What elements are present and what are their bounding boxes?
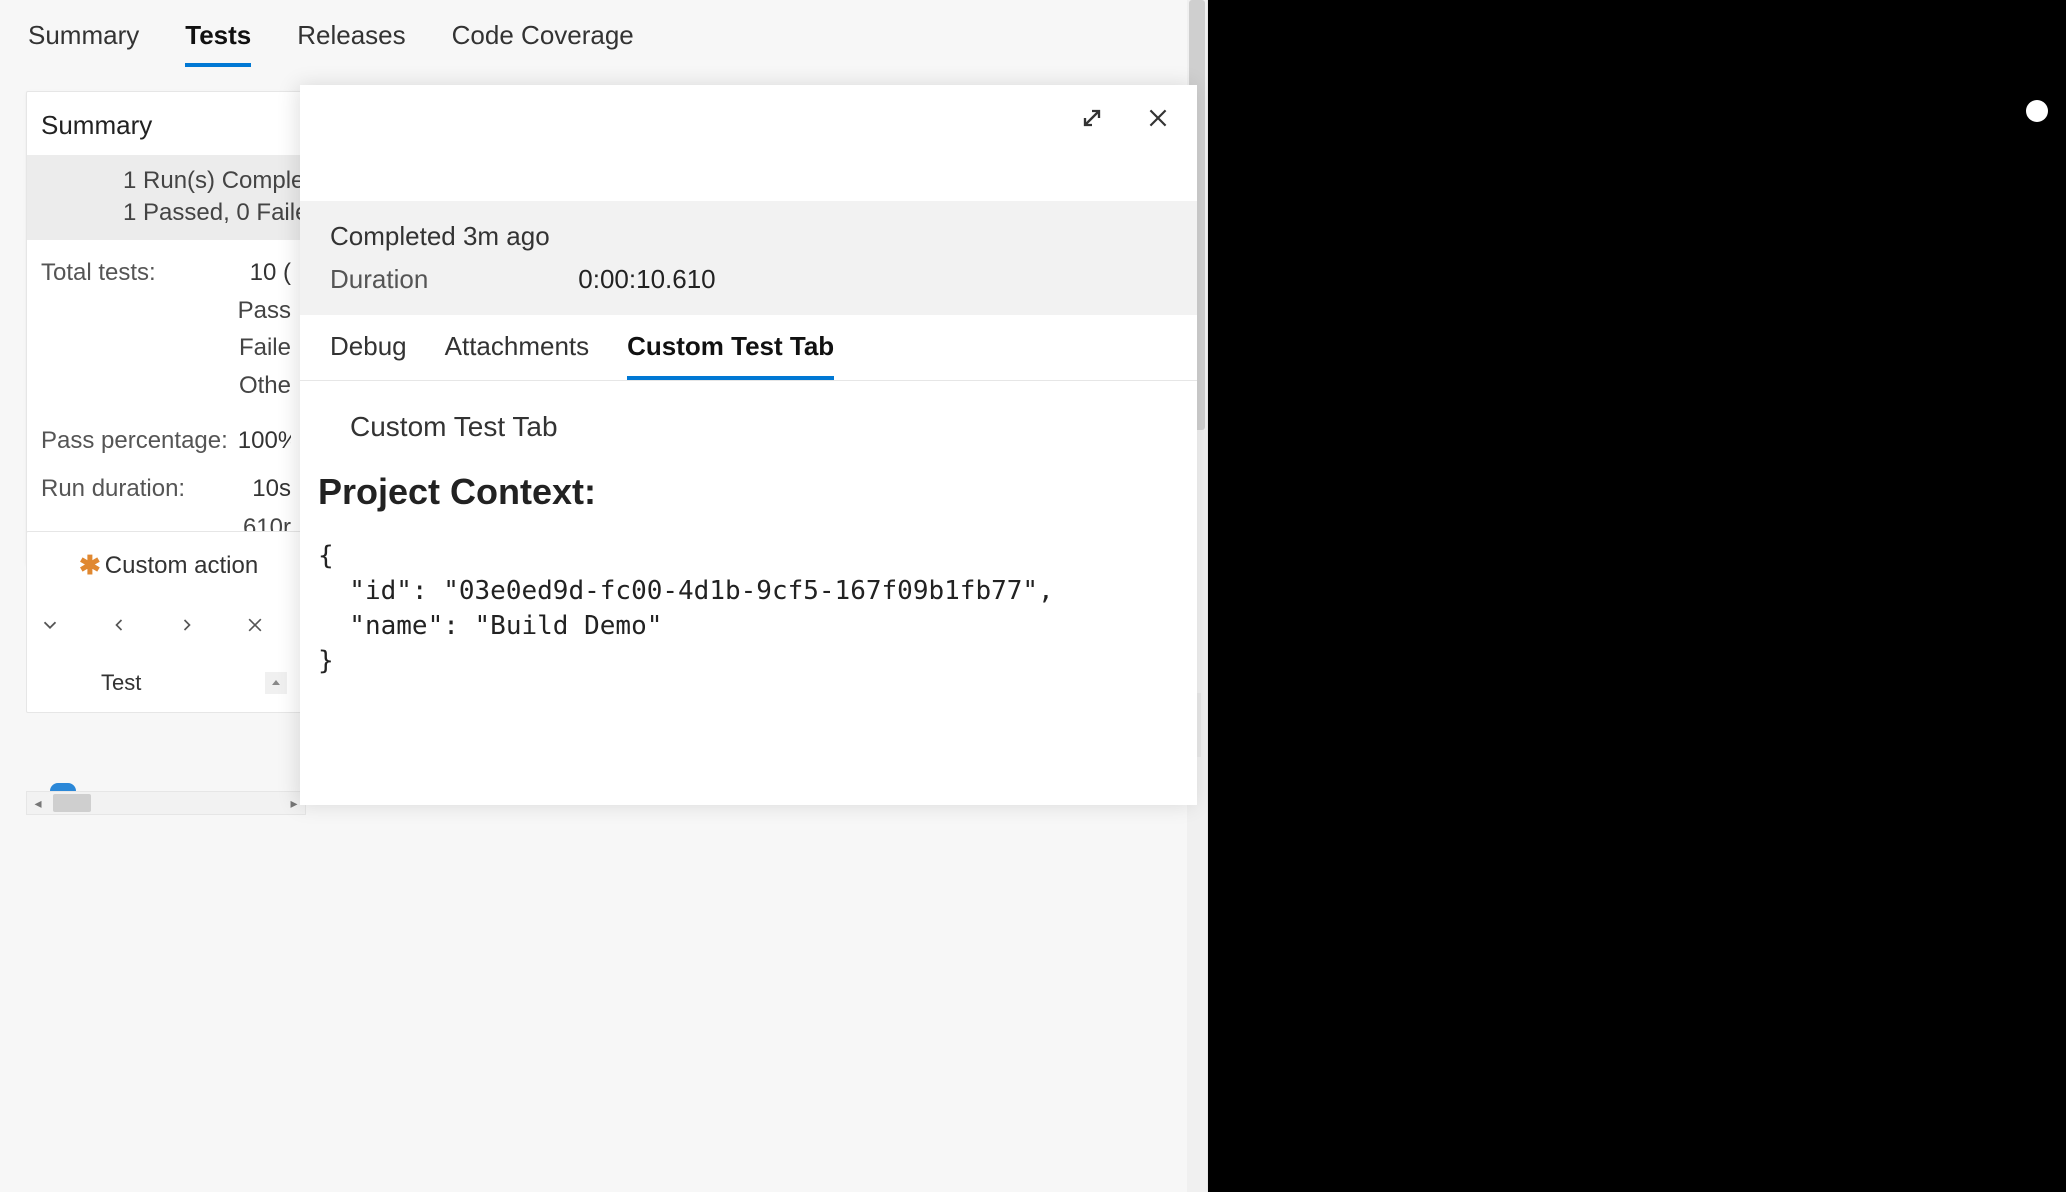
- pass-label: Pass: [41, 292, 291, 329]
- test-column-header[interactable]: Test: [45, 670, 141, 696]
- duration-label: Duration: [330, 264, 428, 295]
- project-context-heading: Project Context:: [318, 471, 1179, 513]
- duration-value: 0:00:10.610: [578, 264, 715, 295]
- run-duration-label: Run duration:: [41, 470, 185, 508]
- custom-action-label[interactable]: Custom action: [105, 552, 258, 580]
- next-icon[interactable]: [177, 611, 197, 644]
- white-dot-icon: [2026, 100, 2048, 122]
- blackout-region: [1208, 0, 2066, 1192]
- pass-pct-value: 100%: [228, 422, 291, 460]
- hscroll-thumb[interactable]: [53, 794, 91, 812]
- other-label: Othe: [41, 367, 291, 404]
- total-tests-label: Total tests:: [41, 254, 156, 292]
- total-tests-value: 10 (: [240, 254, 291, 292]
- clear-icon[interactable]: [245, 615, 265, 640]
- pass-pct-label: Pass percentage:: [41, 422, 228, 460]
- asterisk-icon: ✱: [79, 550, 101, 581]
- summary-banner: 1 Run(s) Complet 1 Passed, 0 Failed: [27, 155, 305, 240]
- summary-banner-line1: 1 Run(s) Complet: [123, 165, 305, 197]
- hscroll-left-icon[interactable]: ◂: [27, 792, 49, 814]
- top-tab-bar: Summary Tests Releases Code Coverage: [0, 0, 1207, 91]
- summary-banner-line2: 1 Passed, 0 Failed: [123, 197, 305, 229]
- prev-icon[interactable]: [109, 611, 129, 644]
- test-detail-panel: Completed 3m ago Duration 0:00:10.610 De…: [300, 85, 1197, 805]
- detail-tab-attachments[interactable]: Attachments: [445, 331, 590, 380]
- fail-label: Faile: [41, 329, 291, 366]
- detail-tab-custom[interactable]: Custom Test Tab: [627, 331, 834, 380]
- completed-text: Completed 3m ago: [330, 221, 1167, 252]
- tab-summary[interactable]: Summary: [28, 20, 139, 67]
- run-duration-value: 10s: [242, 470, 291, 508]
- detail-tab-debug[interactable]: Debug: [330, 331, 407, 380]
- expand-chevron-icon[interactable]: [39, 614, 61, 641]
- custom-tab-subheading: Custom Test Tab: [318, 411, 1179, 443]
- close-panel-icon[interactable]: [1143, 103, 1173, 133]
- tab-tests[interactable]: Tests: [185, 20, 251, 67]
- scroll-up-icon[interactable]: [265, 672, 287, 694]
- horizontal-scrollbar[interactable]: ◂ ▸: [26, 791, 306, 815]
- detail-tab-bar: Debug Attachments Custom Test Tab: [300, 315, 1197, 381]
- project-context-json: { "id": "03e0ed9d-fc00-4d1b-9cf5-167f09b…: [318, 539, 1179, 679]
- tab-releases[interactable]: Releases: [297, 20, 405, 67]
- tab-code-coverage[interactable]: Code Coverage: [452, 20, 634, 67]
- app-area: Summary Tests Releases Code Coverage Sum…: [0, 0, 1208, 1192]
- summary-title: Summary: [27, 92, 305, 155]
- test-meta-block: Completed 3m ago Duration 0:00:10.610: [300, 201, 1197, 315]
- custom-action-card: ✱ Custom action: [26, 531, 306, 713]
- summary-card: Summary 1 Run(s) Complet 1 Passed, 0 Fai…: [26, 91, 306, 565]
- expand-panel-icon[interactable]: [1077, 103, 1107, 133]
